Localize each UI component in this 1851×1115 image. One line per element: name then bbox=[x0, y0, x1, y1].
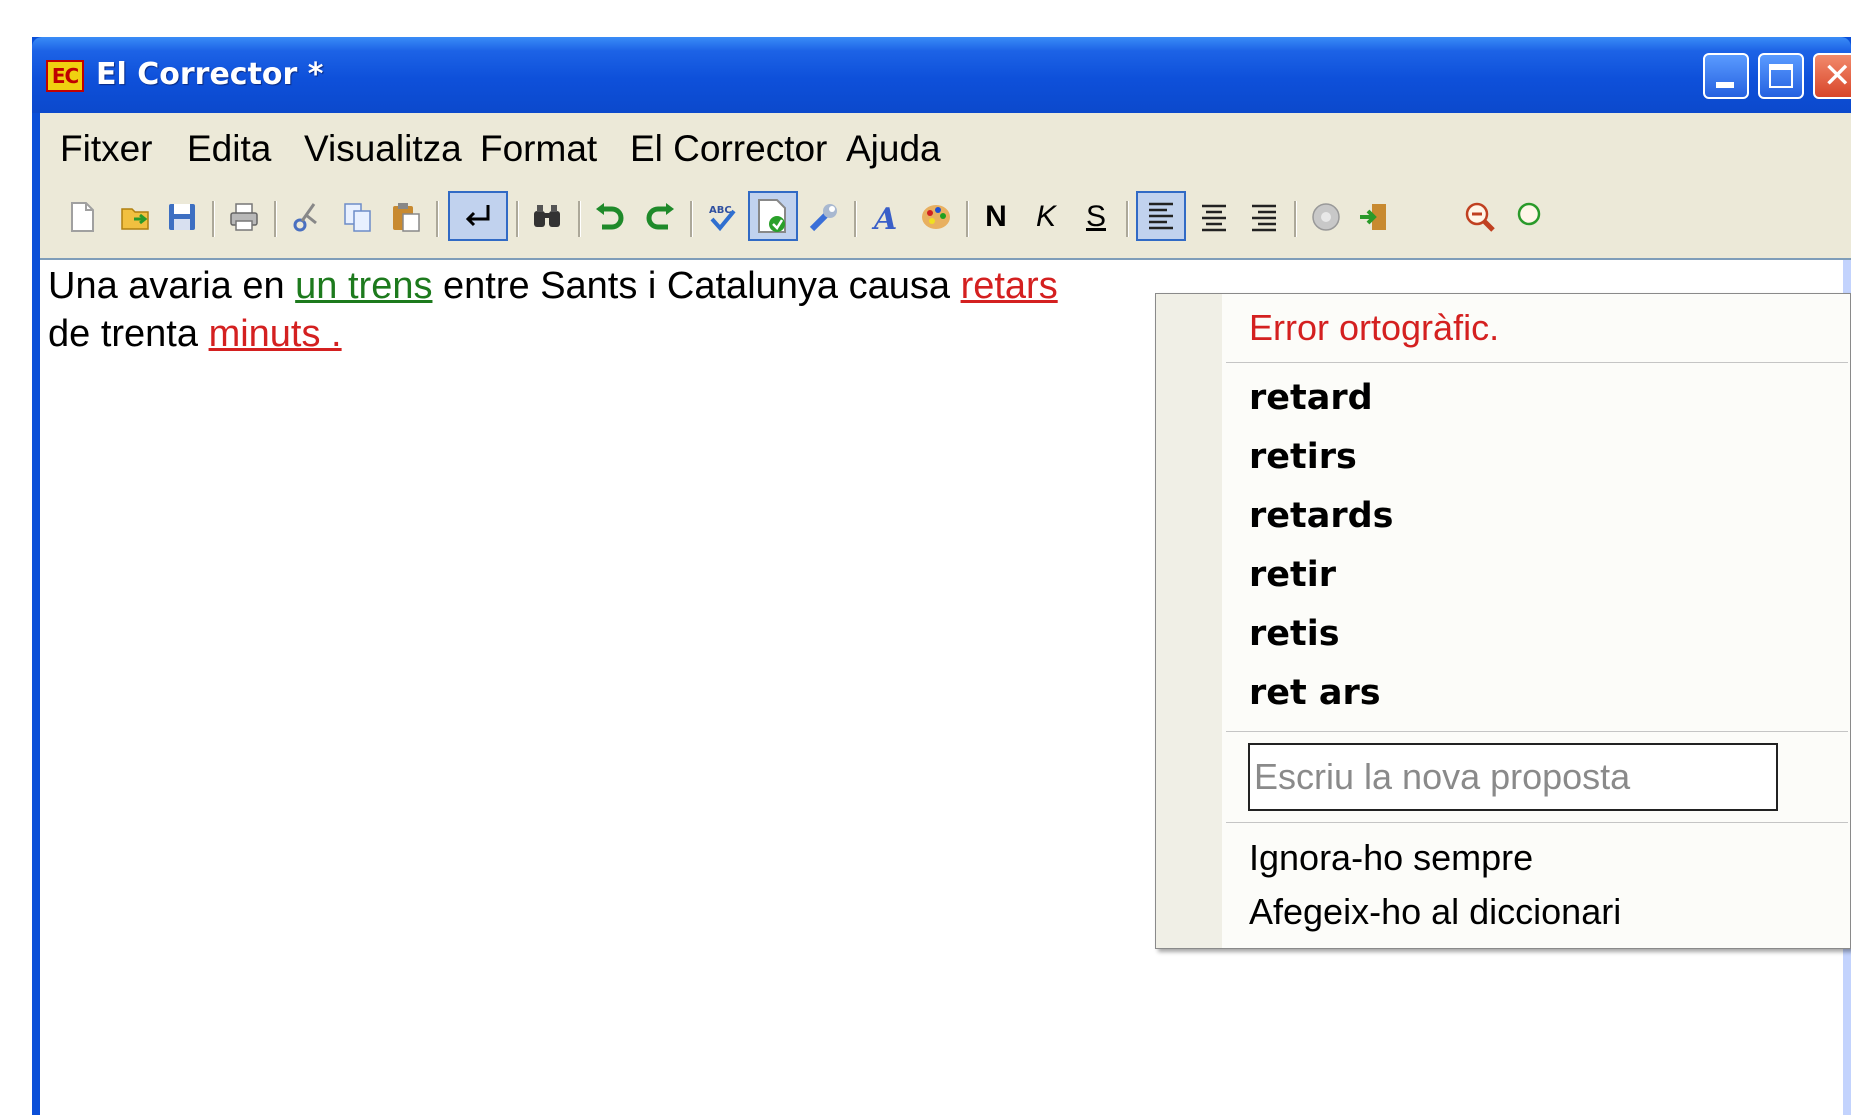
open-folder-icon[interactable] bbox=[116, 197, 156, 237]
toolbar-separator bbox=[1126, 201, 1129, 237]
text-segment: Una avaria en bbox=[48, 265, 296, 307]
menu-edita[interactable]: Edita bbox=[187, 127, 271, 171]
window-title: El Corrector * bbox=[96, 57, 324, 92]
align-center-icon[interactable] bbox=[1194, 197, 1234, 237]
toolbar: ABC A N K S bbox=[40, 183, 1851, 253]
text-segment: entre Sants i Catalunya causa bbox=[432, 265, 961, 307]
new-document-icon[interactable] bbox=[62, 197, 102, 237]
suggestion-item[interactable]: retards bbox=[1249, 494, 1394, 538]
zoom-in-icon[interactable] bbox=[1512, 197, 1542, 237]
exit-icon[interactable] bbox=[1354, 197, 1394, 237]
spellcheck-icon[interactable]: ABC bbox=[702, 197, 742, 237]
toolbar-separator bbox=[516, 201, 519, 237]
cut-icon[interactable] bbox=[286, 197, 326, 237]
close-button[interactable]: ✕ bbox=[1813, 53, 1851, 99]
font-icon[interactable]: A bbox=[866, 197, 906, 237]
spelling-error-word[interactable]: minuts . bbox=[209, 313, 342, 355]
editor-line-2: de trenta minuts . bbox=[48, 311, 342, 357]
save-icon[interactable] bbox=[162, 197, 202, 237]
text-segment: de trenta bbox=[48, 313, 209, 355]
color-palette-icon[interactable] bbox=[916, 197, 956, 237]
undo-icon[interactable] bbox=[590, 197, 630, 237]
toolbar-separator bbox=[436, 201, 439, 237]
underline-button[interactable]: S bbox=[1076, 197, 1116, 237]
align-right-icon[interactable] bbox=[1244, 197, 1284, 237]
error-type-header: Error ortogràfic. bbox=[1249, 307, 1500, 348]
print-icon[interactable] bbox=[224, 197, 264, 237]
close-icon: ✕ bbox=[1823, 56, 1851, 96]
redo-icon[interactable] bbox=[640, 197, 680, 237]
info-icon[interactable] bbox=[1306, 197, 1346, 237]
zoom-out-icon[interactable] bbox=[1460, 197, 1500, 237]
toolbar-separator bbox=[1294, 201, 1297, 237]
svg-text:A: A bbox=[871, 202, 897, 233]
menu-fitxer[interactable]: Fitxer bbox=[60, 127, 153, 171]
maximize-button[interactable] bbox=[1758, 53, 1804, 99]
ignore-always-item[interactable]: Ignora-ho sempre bbox=[1249, 836, 1533, 880]
menu-visualitza[interactable]: Visualitza bbox=[304, 127, 462, 171]
toolbar-separator bbox=[966, 201, 969, 237]
maximize-icon bbox=[1769, 64, 1793, 88]
align-left-icon bbox=[1149, 202, 1173, 230]
menu-ajuda[interactable]: Ajuda bbox=[846, 127, 941, 171]
add-to-dictionary-item[interactable]: Afegeix-ho al diccionari bbox=[1249, 890, 1621, 934]
spelling-error-word[interactable]: retars bbox=[961, 265, 1058, 307]
menu-el-corrector[interactable]: El Corrector bbox=[630, 127, 827, 171]
align-left-button[interactable] bbox=[1136, 191, 1186, 241]
copy-icon[interactable] bbox=[338, 197, 378, 237]
settings-wrench-icon[interactable] bbox=[804, 197, 844, 237]
toolbar-separator bbox=[690, 201, 693, 237]
italic-button[interactable]: K bbox=[1026, 197, 1066, 237]
check-document-icon bbox=[758, 199, 786, 233]
new-suggestion-input[interactable] bbox=[1248, 743, 1778, 811]
bold-button[interactable]: N bbox=[976, 197, 1016, 237]
menu-separator bbox=[1226, 731, 1848, 732]
paste-icon[interactable] bbox=[386, 197, 426, 237]
grammar-error-word[interactable]: un trens bbox=[295, 265, 432, 307]
check-document-button[interactable] bbox=[748, 191, 798, 241]
app-logo-icon: EC bbox=[46, 60, 84, 92]
title-bar[interactable]: EC El Corrector * ✕ bbox=[32, 37, 1851, 113]
find-icon[interactable] bbox=[528, 197, 568, 237]
suggestion-item[interactable]: retir bbox=[1249, 553, 1336, 597]
minimize-icon bbox=[1716, 82, 1734, 88]
suggestion-item[interactable]: retard bbox=[1249, 376, 1373, 420]
menu-separator bbox=[1226, 822, 1848, 823]
toolbar-separator bbox=[212, 201, 215, 237]
toolbar-separator bbox=[854, 201, 857, 237]
minimize-button[interactable] bbox=[1703, 53, 1749, 99]
line-break-icon bbox=[465, 205, 490, 227]
suggestion-item[interactable]: retis bbox=[1249, 612, 1340, 656]
menu-gutter bbox=[1156, 294, 1222, 948]
spelling-context-menu: Error ortogràfic. retard retirs retards … bbox=[1155, 293, 1851, 949]
toolbar-separator bbox=[578, 201, 581, 237]
editor-line-1: Una avaria en un trens entre Sants i Cat… bbox=[48, 263, 1058, 309]
toolbar-separator bbox=[274, 201, 277, 237]
menu-separator bbox=[1226, 362, 1848, 363]
menu-bar: Fitxer Edita Visualitza Format El Correc… bbox=[40, 113, 1851, 183]
suggestion-item[interactable]: ret ars bbox=[1249, 671, 1381, 715]
svg-text:ABC: ABC bbox=[709, 205, 732, 216]
menu-format[interactable]: Format bbox=[480, 127, 597, 171]
line-break-button[interactable] bbox=[448, 191, 508, 241]
suggestion-item[interactable]: retirs bbox=[1249, 435, 1357, 479]
